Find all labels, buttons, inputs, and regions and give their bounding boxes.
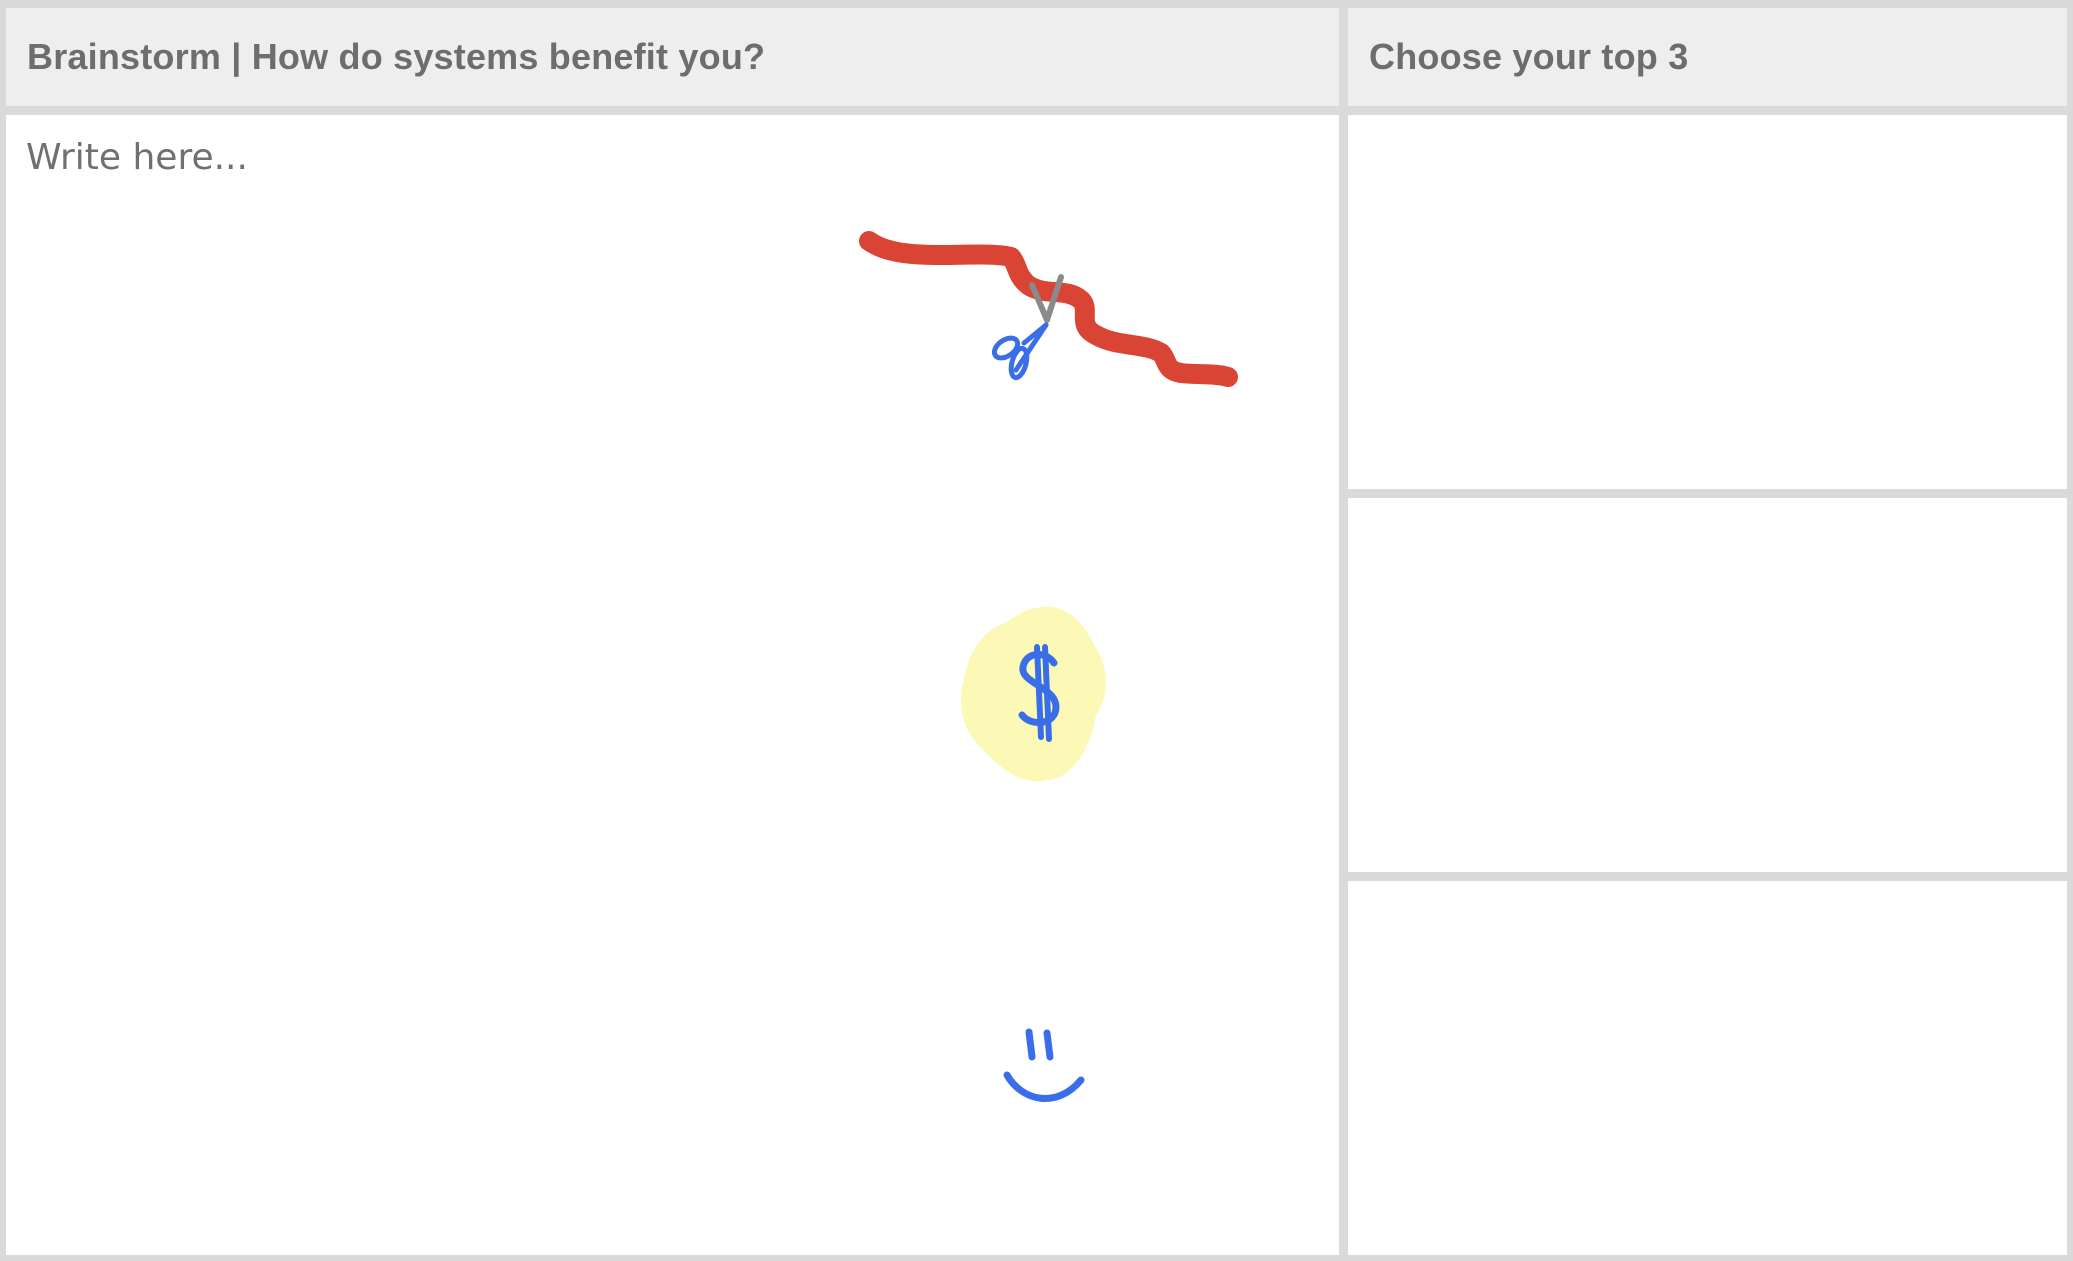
top-choice-slot-2[interactable] bbox=[1348, 498, 2067, 872]
top-choice-slot-1[interactable] bbox=[1348, 115, 2067, 489]
brainstorm-canvas[interactable] bbox=[6, 115, 1339, 1255]
top-choices-header: Choose your top 3 bbox=[1348, 8, 2067, 106]
top-choices-title: Choose your top 3 bbox=[1369, 36, 1689, 77]
smiley-icon[interactable] bbox=[1003, 1028, 1085, 1102]
doodles-layer bbox=[859, 231, 1238, 1102]
brainstorm-title: Brainstorm | How do systems benefit you? bbox=[27, 36, 766, 77]
money-doodle[interactable] bbox=[960, 606, 1106, 782]
highlight-blob bbox=[960, 606, 1106, 782]
red-tape-doodle[interactable] bbox=[859, 231, 1238, 387]
brainstorm-input[interactable] bbox=[26, 137, 626, 178]
dollar-icon bbox=[1018, 644, 1060, 742]
top-choice-slot-3[interactable] bbox=[1348, 881, 2067, 1255]
brainstorm-header: Brainstorm | How do systems benefit you? bbox=[6, 8, 1339, 106]
scissors-icon[interactable] bbox=[991, 274, 1064, 381]
